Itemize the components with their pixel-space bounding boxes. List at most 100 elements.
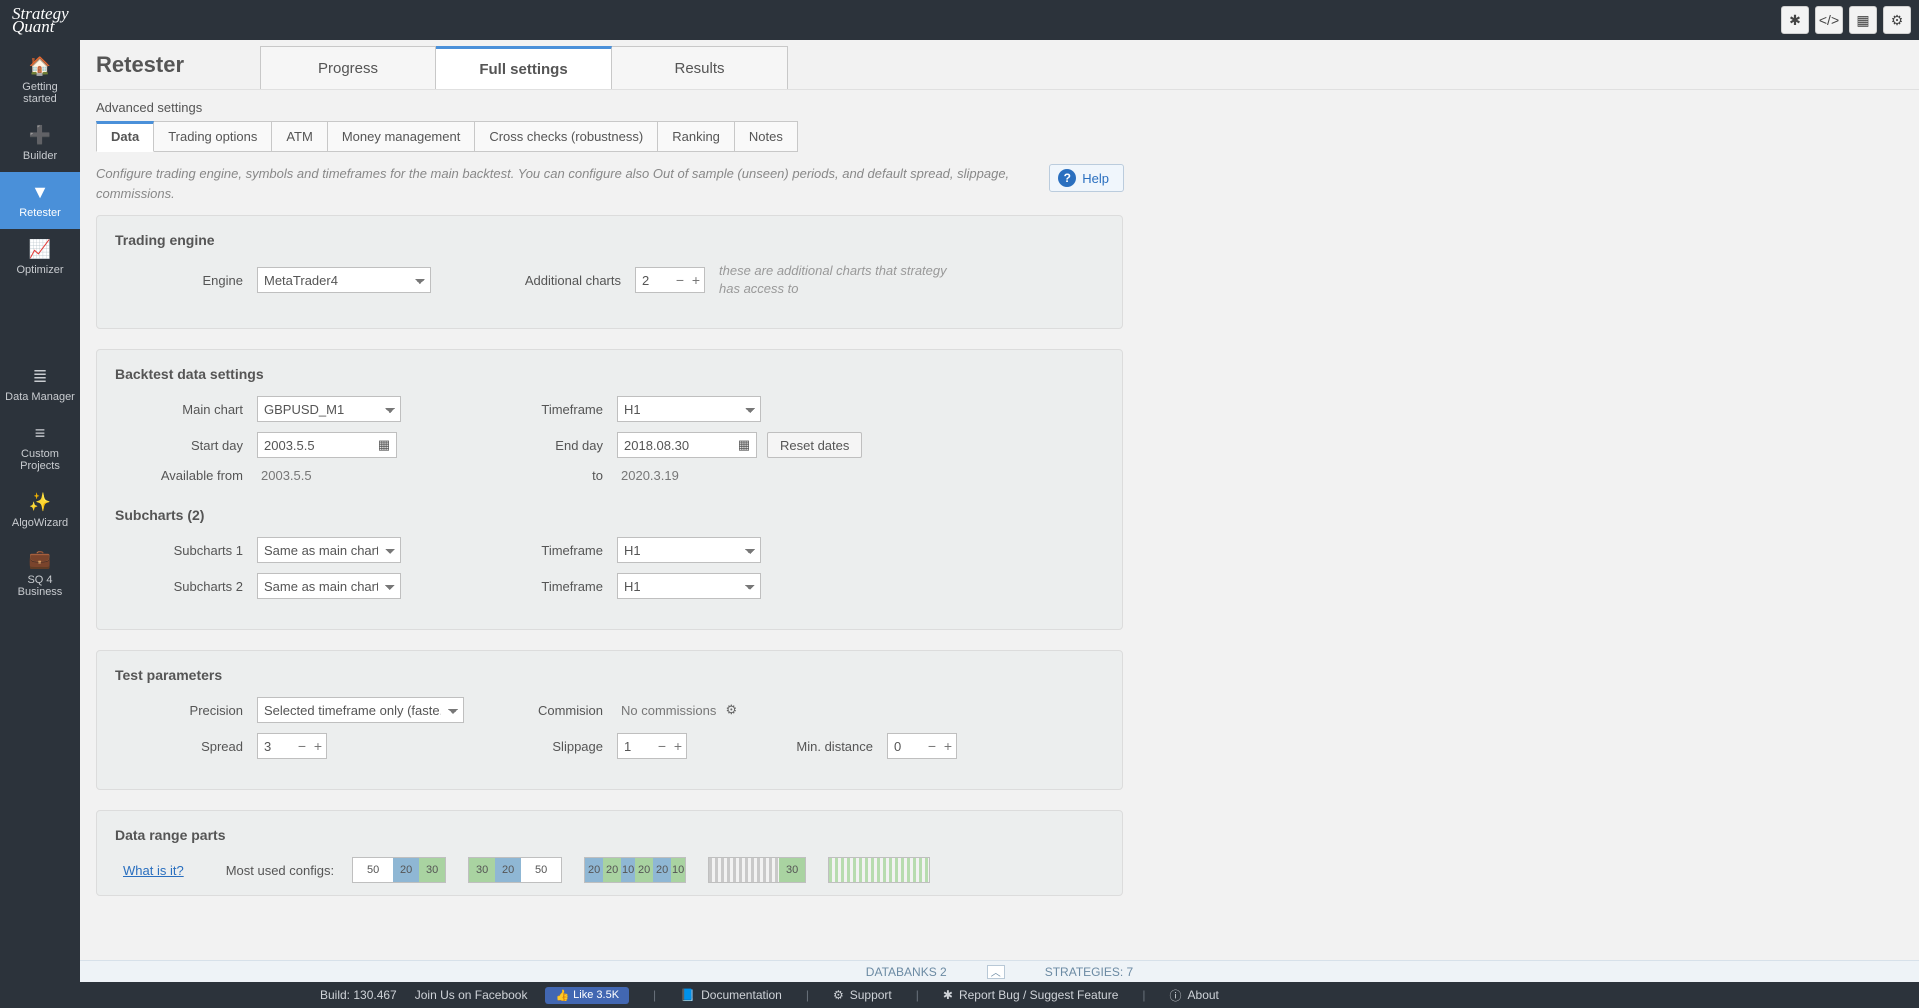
sidebar-icon: 📈 [4, 239, 76, 260]
support-link[interactable]: ⚙ Support [833, 988, 892, 1002]
sidebar-item-data-manager[interactable]: ≣ Data Manager [0, 356, 80, 413]
sidebar-item-optimizer[interactable]: 📈 Optimizer [0, 229, 80, 286]
facebook-link[interactable]: Join Us on Facebook [415, 988, 528, 1002]
fb-like-button[interactable]: 👍 Like 3.5K [545, 987, 629, 1004]
gear-icon[interactable]: ⚙ [1883, 6, 1911, 34]
left-sidebar: 🏠 Getting started ➕Builder▼Retester 📈 Optimi… [0, 40, 80, 1008]
slippage-stepper[interactable]: − + [617, 733, 687, 759]
subcharts-heading: Subcharts (2) [115, 507, 1104, 523]
calendar-icon[interactable]: ▦ [372, 433, 396, 457]
subtab-cross-checks-robustness-[interactable]: Cross checks (robustness) [475, 121, 658, 152]
sidebar-icon: 💼 [4, 549, 76, 570]
sidebar-item-getting-started[interactable]: 🏠 Getting started [0, 46, 80, 115]
stepper-minus-icon[interactable]: − [672, 268, 688, 292]
databank-expand-icon[interactable]: ︿ [987, 965, 1005, 979]
sidebar-item-label: Custom Projects [20, 448, 60, 472]
commission-gear-icon[interactable]: ⚙ [722, 701, 740, 719]
engine-select[interactable]: MetaTrader4 [257, 267, 431, 293]
tab-results[interactable]: Results [612, 46, 788, 89]
sidebar-icon: ≡ [4, 423, 76, 444]
sidebar-item-label: Data Manager [5, 391, 75, 403]
page-title: Retester [80, 40, 260, 89]
config-preset-3[interactable]: 202010202010 [584, 857, 686, 883]
timeframe-select[interactable]: H1 [617, 396, 761, 422]
sidebar-item-label: Optimizer [16, 264, 63, 276]
config-preset-5[interactable] [828, 857, 930, 883]
subchart2-select[interactable]: Same as main chart [257, 573, 401, 599]
subchart1-select[interactable]: Same as main chart [257, 537, 401, 563]
subtab-trading-options[interactable]: Trading options [154, 121, 272, 152]
end-day-label: End day [515, 438, 617, 453]
end-day-input[interactable]: ▦ [617, 432, 757, 458]
config-preset-2[interactable]: 302050 [468, 857, 562, 883]
config-preset-4[interactable]: 30 [708, 857, 806, 883]
help-icon: ? [1058, 169, 1076, 187]
subtab-data[interactable]: Data [96, 121, 154, 152]
reset-dates-button[interactable]: Reset dates [767, 432, 862, 458]
sidebar-item-label: Getting started [22, 81, 57, 105]
what-is-it-link[interactable]: What is it? [123, 863, 184, 878]
advanced-settings-label: Advanced settings [80, 90, 1919, 121]
documentation-link[interactable]: 📘 Documentation [680, 988, 782, 1002]
main-chart-select[interactable]: GBPUSD_M1 [257, 396, 401, 422]
start-day-input[interactable]: ▦ [257, 432, 397, 458]
tab-full-settings[interactable]: Full settings [436, 46, 612, 89]
app-logo: Strategy Quant [12, 5, 69, 35]
panel-test-parameters: Test parameters Precision Selected timef… [96, 650, 1123, 790]
subchart1-label: Subcharts 1 [115, 543, 257, 558]
help-button[interactable]: ? Help [1049, 164, 1124, 192]
spread-stepper[interactable]: − + [257, 733, 327, 759]
mindist-label: Min. distance [747, 739, 887, 754]
additional-charts-note: these are additional charts that strateg… [719, 262, 969, 298]
stepper-plus-icon[interactable]: + [670, 734, 686, 758]
stepper-plus-icon[interactable]: + [310, 734, 326, 758]
available-from-value: 2003.5.5 [257, 468, 312, 483]
stepper-plus-icon[interactable]: + [940, 734, 956, 758]
stepper-minus-icon[interactable]: − [924, 734, 940, 758]
subtab-atm[interactable]: ATM [272, 121, 327, 152]
stepper-plus-icon[interactable]: + [688, 268, 704, 292]
additional-charts-input[interactable] [636, 268, 672, 292]
sub2-tf-label: Timeframe [515, 579, 617, 594]
sidebar-item-label: SQ 4 Business [18, 574, 63, 598]
bug-icon[interactable]: ✱ [1781, 6, 1809, 34]
sub1-tf-select[interactable]: H1 [617, 537, 761, 563]
sidebar-icon: ➕ [4, 125, 76, 146]
panel-backtest-data: Backtest data settings Main chart GBPUSD… [96, 349, 1123, 630]
sidebar-icon: 🏠 [4, 56, 76, 77]
strategies-count: STRATEGIES: 7 [1045, 965, 1133, 979]
intro-text: Configure trading engine, symbols and ti… [96, 164, 1029, 203]
report-bug-link[interactable]: ✱ Report Bug / Suggest Feature [943, 988, 1119, 1002]
grid-icon[interactable]: ▦ [1849, 6, 1877, 34]
spread-label: Spread [115, 739, 257, 754]
tab-progress[interactable]: Progress [260, 46, 436, 89]
subchart2-label: Subcharts 2 [115, 579, 257, 594]
code-icon[interactable]: </> [1815, 6, 1843, 34]
slippage-label: Slippage [515, 739, 617, 754]
start-day-label: Start day [115, 438, 257, 453]
sidebar-item-retester[interactable]: ▼Retester [0, 172, 80, 229]
calendar-icon[interactable]: ▦ [732, 433, 756, 457]
about-link[interactable]: ⓘ About [1170, 987, 1219, 1004]
sidebar-item-sq-4-business[interactable]: 💼 SQ 4 Business [0, 539, 80, 608]
sidebar-icon: ≣ [4, 366, 76, 387]
config-preset-1[interactable]: 502030 [352, 857, 446, 883]
subtab-money-management[interactable]: Money management [328, 121, 476, 152]
mindist-stepper[interactable]: − + [887, 733, 957, 759]
stepper-minus-icon[interactable]: − [654, 734, 670, 758]
to-label: to [515, 468, 617, 483]
panel-trading-engine: Trading engine Engine MetaTrader4 Additi… [96, 215, 1123, 329]
databank-bar: DATABANKS 2 ︿ STRATEGIES: 7 [80, 960, 1919, 982]
precision-select[interactable]: Selected timeframe only (faste... [257, 697, 464, 723]
sidebar-item-algowizard[interactable]: ✨AlgoWizard [0, 482, 80, 539]
sub2-tf-select[interactable]: H1 [617, 573, 761, 599]
most-used-label: Most used configs: [226, 863, 334, 878]
subtab-notes[interactable]: Notes [735, 121, 798, 152]
sidebar-item-custom-projects[interactable]: ≡ Custom Projects [0, 413, 80, 482]
subtab-ranking[interactable]: Ranking [658, 121, 735, 152]
stepper-minus-icon[interactable]: − [294, 734, 310, 758]
commission-value: No commissions [617, 703, 716, 718]
sidebar-item-builder[interactable]: ➕Builder [0, 115, 80, 172]
additional-charts-stepper[interactable]: − + [635, 267, 705, 293]
sidebar-item-label: Retester [19, 207, 61, 219]
